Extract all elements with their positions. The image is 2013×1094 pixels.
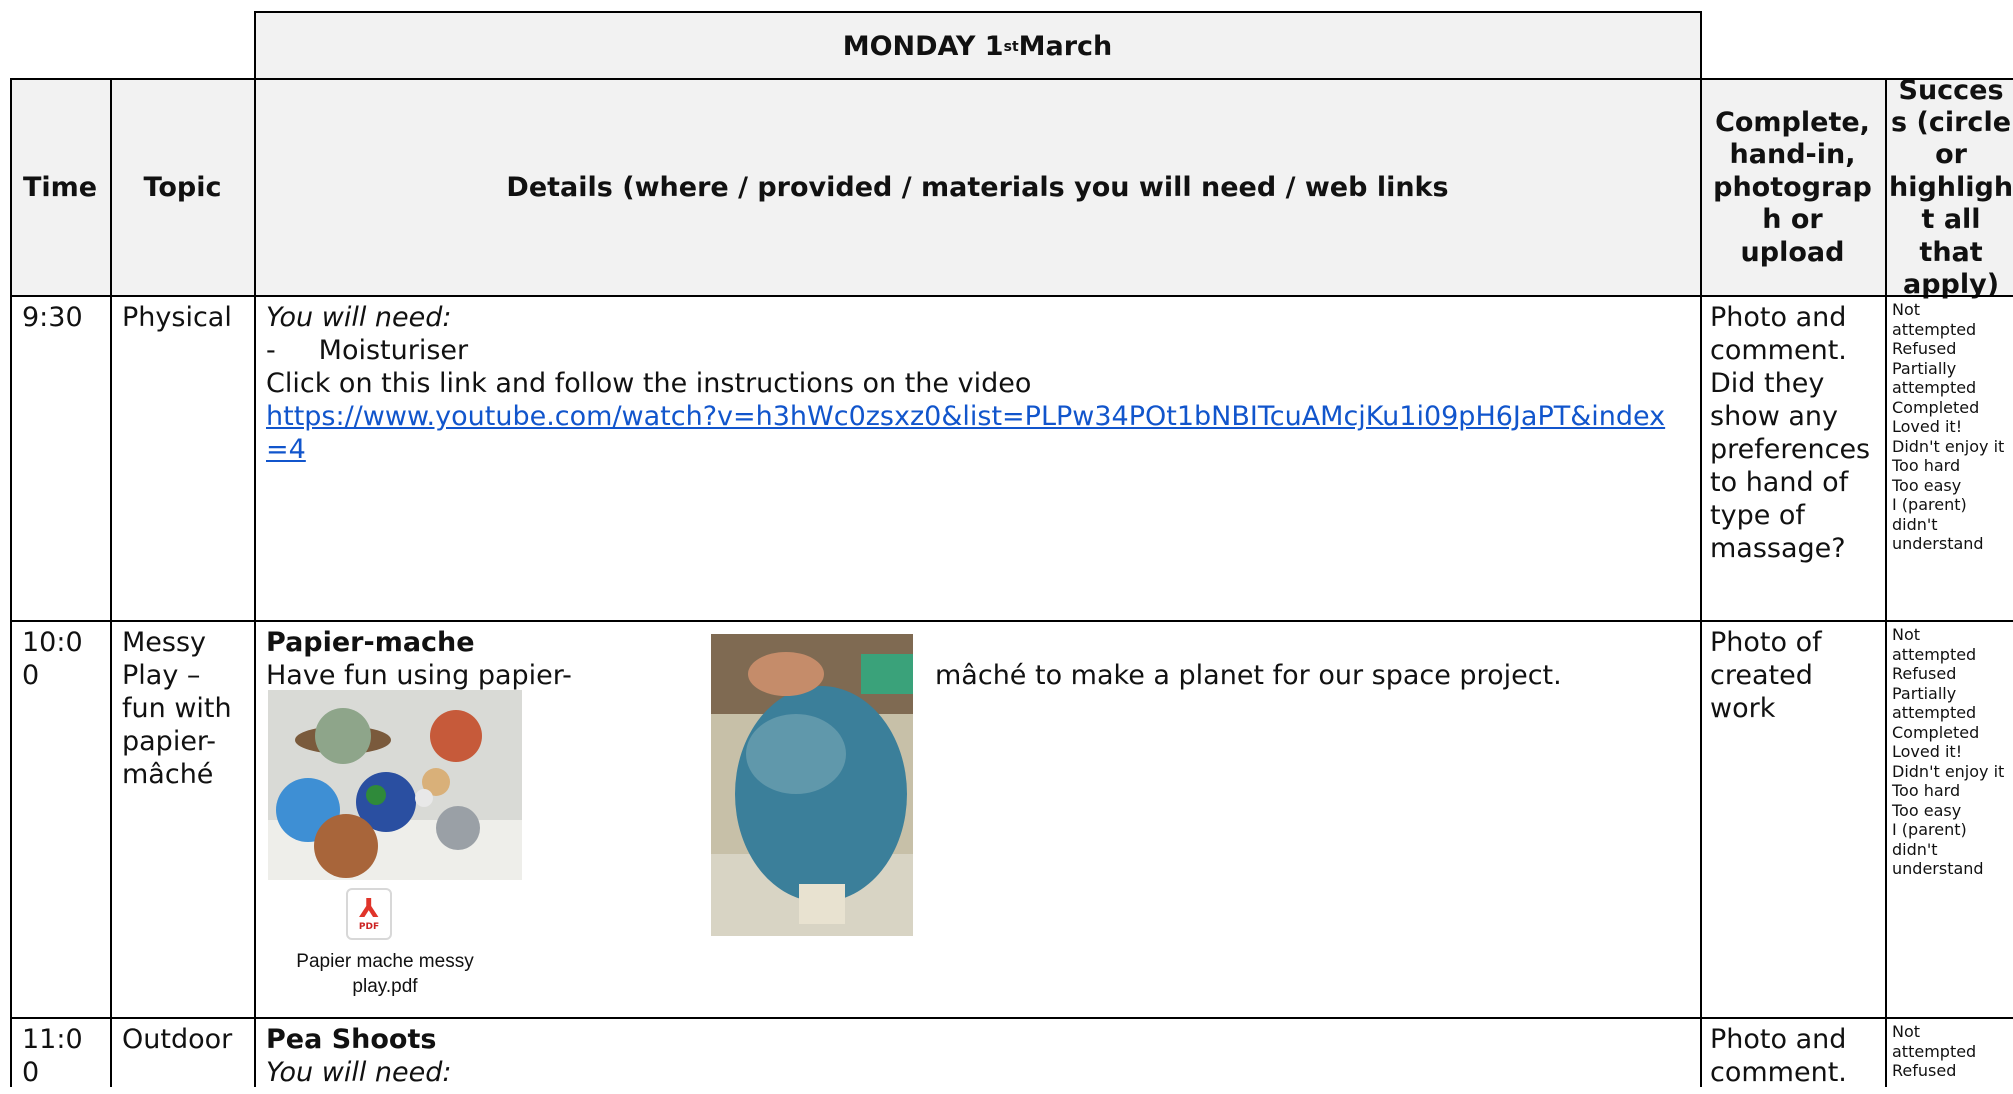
pdf-icon: ⅄: [359, 894, 379, 924]
row3-heading: Pea Shoots: [266, 1024, 437, 1055]
row1-need: You will need:: [266, 302, 452, 333]
row1-topic: Physical: [122, 302, 232, 333]
success-option[interactable]: Not attempted: [1892, 300, 2009, 339]
row2-topic: Messy Play – fun with papier-mâché: [122, 627, 232, 790]
page-title: MONDAY 1st March: [255, 12, 1700, 82]
success-option[interactable]: Too hard: [1892, 781, 2009, 801]
header-topic: Topic: [143, 171, 222, 203]
header-time: Time: [22, 171, 98, 203]
row1-success-list: Not attempted Refused Partially attempte…: [1888, 298, 2013, 556]
header-success: Succes s (circle or highligh t all that …: [1889, 74, 2013, 300]
grid-line: [10, 1017, 2013, 1019]
success-option[interactable]: Refused: [1892, 339, 2009, 359]
row3-complete: Photo and comment.: [1710, 1024, 1847, 1088]
grid-line: [10, 78, 2013, 80]
success-option[interactable]: Completed: [1892, 723, 2009, 743]
success-option[interactable]: Loved it!: [1892, 742, 2009, 762]
grid-line: [110, 78, 112, 1087]
success-option[interactable]: Too hard: [1892, 456, 2009, 476]
success-option[interactable]: Loved it!: [1892, 417, 2009, 437]
grid-line: [254, 11, 256, 1087]
pdf-filename[interactable]: Papier mache messy play.pdf: [280, 950, 490, 999]
row1-details: You will need: - Moisturiser Click on th…: [256, 298, 1696, 471]
row1-instruction: Click on this link and follow the instru…: [266, 367, 1032, 399]
grid-line: [10, 620, 2013, 622]
row2-text-b: mâché to make a planet for our space pro…: [935, 660, 1562, 691]
title-day: MONDAY 1: [842, 30, 1004, 62]
header-details: Details (where / provided / materials yo…: [506, 171, 1449, 203]
row2-time: 10:00: [22, 627, 83, 691]
success-option[interactable]: Refused: [1892, 664, 2009, 684]
pdf-icon-label: PDF: [358, 922, 380, 932]
success-option[interactable]: I (parent) didn't understand: [1892, 820, 2009, 879]
row2-success-list: Not attempted Refused Partially attempte…: [1888, 623, 2013, 881]
grid-line: [10, 78, 12, 1087]
header-complete: Complete, hand-in, photograp h or upload: [1713, 107, 1872, 268]
success-option[interactable]: Not attempted: [1892, 625, 2009, 664]
success-option[interactable]: Didn't enjoy it: [1892, 762, 2009, 782]
planets-photo: [268, 690, 522, 880]
row1-complete: Photo and comment. Did they show any pre…: [1710, 302, 1871, 564]
success-option[interactable]: Too easy: [1892, 801, 2009, 821]
grid-line: [10, 295, 2013, 297]
success-option[interactable]: Not attempted: [1892, 1022, 2009, 1061]
row1-time: 9:30: [22, 302, 83, 333]
row3-need: You will need:: [266, 1056, 452, 1088]
row3-details: Pea Shoots You will need:: [256, 1020, 1696, 1094]
balloon-photo: [711, 634, 913, 936]
row3-time: 11:00: [22, 1024, 83, 1088]
pdf-attachment[interactable]: ⅄ PDF: [346, 888, 392, 940]
success-option[interactable]: Partially attempted: [1892, 359, 2009, 398]
title-month: March: [1018, 30, 1113, 62]
row3-success-list: Not attempted Refused: [1888, 1020, 2013, 1083]
success-option[interactable]: Completed: [1892, 398, 2009, 418]
grid-line: [254, 11, 1701, 13]
success-option[interactable]: Didn't enjoy it: [1892, 437, 2009, 457]
title-sup: st: [1003, 38, 1019, 55]
grid-line: [1885, 78, 1887, 1087]
video-link[interactable]: https://www.youtube.com/watch?v=h3hWc0zs…: [266, 401, 1676, 467]
row1-item: - Moisturiser: [266, 334, 469, 366]
success-option[interactable]: Refused: [1892, 1061, 2009, 1081]
success-option[interactable]: I (parent) didn't understand: [1892, 495, 2009, 554]
row3-topic: Outdoor: [122, 1024, 233, 1055]
row2-complete: Photo of created work: [1710, 627, 1822, 724]
success-option[interactable]: Too easy: [1892, 476, 2009, 496]
success-option[interactable]: Partially attempted: [1892, 684, 2009, 723]
